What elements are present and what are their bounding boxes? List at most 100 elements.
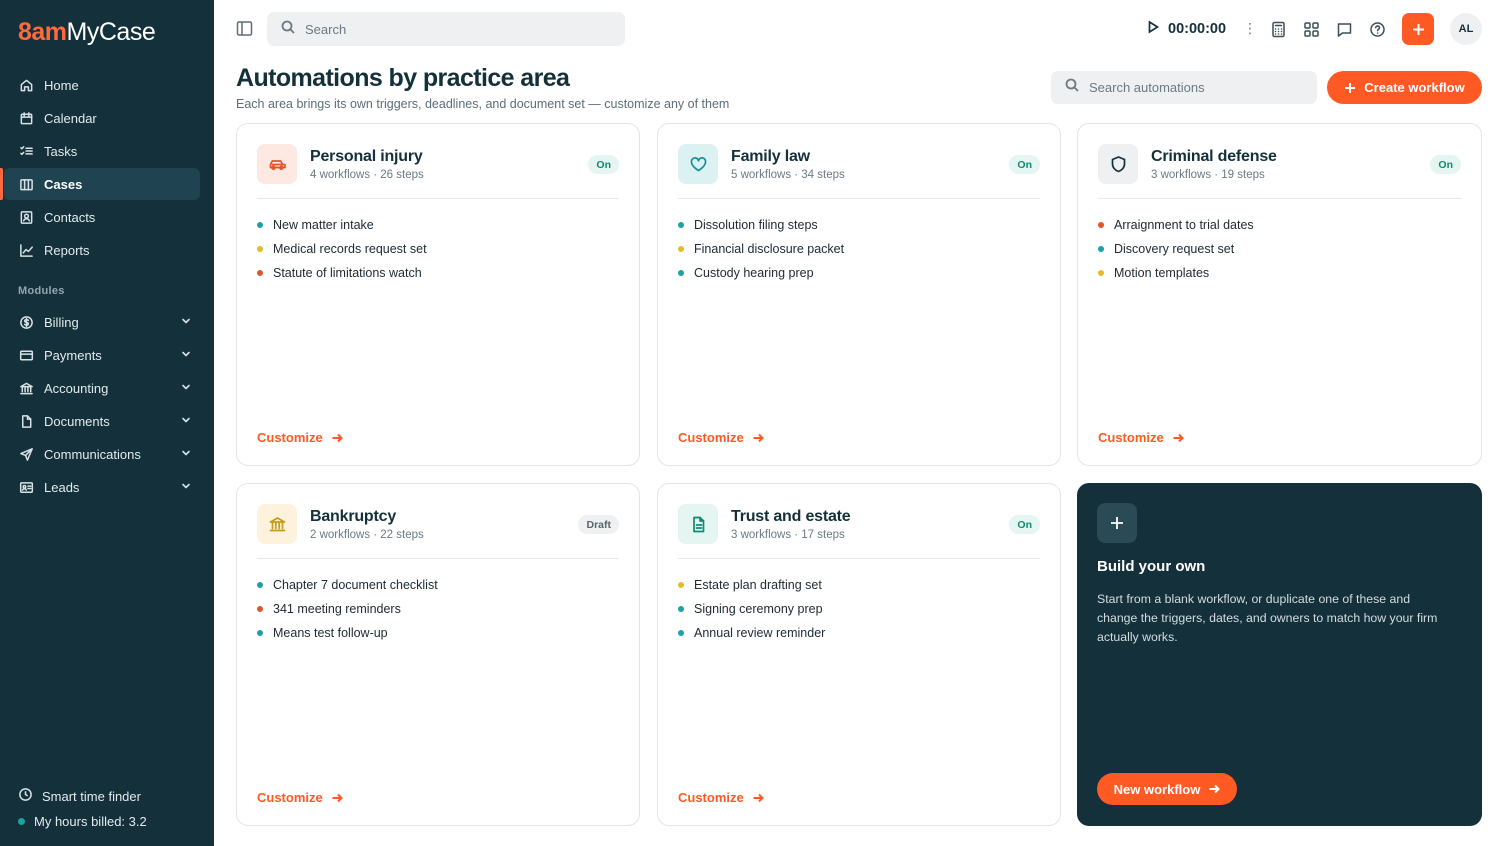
new-workflow-button[interactable]: New workflow bbox=[1097, 773, 1237, 805]
sidebar-item-billing[interactable]: Billing bbox=[4, 306, 200, 338]
timer[interactable]: 00:00:00 bbox=[1146, 20, 1226, 38]
sidebar-item-contacts[interactable]: Contacts bbox=[4, 201, 200, 233]
global-search-input[interactable] bbox=[305, 21, 605, 37]
sidebar-item-communications[interactable]: Communications bbox=[4, 438, 200, 470]
quick-add-button[interactable] bbox=[1402, 13, 1434, 45]
card-meta: 2 workflows · 22 steps bbox=[310, 529, 424, 541]
modules-section-label: Modules bbox=[18, 285, 65, 297]
calculator-icon[interactable] bbox=[1268, 19, 1288, 39]
dollar-icon bbox=[18, 314, 34, 330]
list-item-label: Signing ceremony prep bbox=[694, 602, 823, 616]
sidebar-item-leads[interactable]: Leads bbox=[4, 471, 200, 503]
sidebar-item-home[interactable]: Home bbox=[4, 69, 200, 101]
sidebar-item-cases[interactable]: Cases bbox=[0, 168, 200, 200]
smart-time-finder[interactable]: Smart time finder bbox=[18, 787, 141, 805]
logo[interactable]: 8amMyCase bbox=[18, 18, 156, 47]
practice-card-personal-injury: Personal injury 4 workflows · 26 steps O… bbox=[236, 123, 640, 466]
list-item[interactable]: Statute of limitations watch bbox=[257, 261, 427, 285]
customize-link[interactable]: Customize bbox=[678, 430, 764, 445]
list-item-label: Dissolution filing steps bbox=[694, 218, 818, 232]
sidebar-item-payments[interactable]: Payments bbox=[4, 339, 200, 371]
avatar[interactable]: AL bbox=[1450, 13, 1482, 45]
customize-label: Customize bbox=[257, 430, 323, 445]
build-title: Build your own bbox=[1097, 558, 1206, 575]
list-item[interactable]: Arraignment to trial dates bbox=[1098, 213, 1254, 237]
hours-billed: My hours billed: 3.2 bbox=[18, 814, 147, 829]
list-item[interactable]: 341 meeting reminders bbox=[257, 597, 438, 621]
status-badge: On bbox=[1430, 155, 1461, 174]
car-icon bbox=[257, 144, 297, 184]
home-icon bbox=[18, 77, 34, 93]
divider bbox=[1098, 198, 1461, 199]
avatar-initials: AL bbox=[1458, 23, 1474, 35]
list-item[interactable]: Discovery request set bbox=[1098, 237, 1254, 261]
timer-value: 00:00:00 bbox=[1168, 21, 1227, 37]
customize-label: Customize bbox=[257, 790, 323, 805]
list-item[interactable]: Signing ceremony prep bbox=[678, 597, 825, 621]
sidebar-item-label: Communications bbox=[44, 446, 141, 462]
automations-search[interactable] bbox=[1051, 71, 1317, 104]
chevron-down-icon[interactable] bbox=[180, 348, 192, 363]
list-item[interactable]: Motion templates bbox=[1098, 261, 1254, 285]
sidebar-toggle-icon[interactable] bbox=[236, 20, 253, 37]
heart-icon bbox=[678, 144, 718, 184]
sidebar-item-label: Calendar bbox=[44, 110, 97, 126]
sidebar-item-label: Accounting bbox=[44, 380, 109, 396]
chevron-down-icon[interactable] bbox=[180, 414, 192, 429]
status-badge: Draft bbox=[578, 515, 619, 534]
list-item[interactable]: New matter intake bbox=[257, 213, 427, 237]
list-item-label: Medical records request set bbox=[273, 242, 427, 256]
page-title: Automations by practice area bbox=[236, 64, 570, 92]
sidebar-item-reports[interactable]: Reports bbox=[4, 234, 200, 266]
customize-link[interactable]: Customize bbox=[678, 790, 764, 805]
sidebar-item-tasks[interactable]: Tasks bbox=[4, 135, 200, 167]
list-item[interactable]: Custody hearing prep bbox=[678, 261, 844, 285]
list-item[interactable]: Estate plan drafting set bbox=[678, 573, 825, 597]
chevron-down-icon[interactable] bbox=[180, 480, 192, 495]
list-item-label: Motion templates bbox=[1114, 266, 1210, 280]
list-item[interactable]: Annual review reminder bbox=[678, 621, 825, 645]
sidebar: 8amMyCase Home Calendar Tasks Cases Cont… bbox=[0, 0, 214, 846]
shield-icon bbox=[1098, 144, 1138, 184]
list-item[interactable]: Chapter 7 document checklist bbox=[257, 573, 438, 597]
card-meta: 4 workflows · 26 steps bbox=[310, 169, 424, 181]
customize-label: Customize bbox=[678, 790, 744, 805]
sidebar-item-label: Leads bbox=[44, 479, 80, 495]
chevron-down-icon[interactable] bbox=[180, 315, 192, 330]
apps-grid-icon[interactable] bbox=[1301, 19, 1321, 39]
bullet-dot bbox=[678, 606, 684, 612]
automations-search-input[interactable] bbox=[1089, 80, 1309, 95]
customize-link[interactable]: Customize bbox=[1098, 430, 1184, 445]
tasks-icon bbox=[18, 143, 34, 159]
chevron-down-icon[interactable] bbox=[180, 447, 192, 462]
more-vertical-icon[interactable]: ⋮ bbox=[1243, 20, 1257, 37]
list-item[interactable]: Dissolution filing steps bbox=[678, 213, 844, 237]
page-subtitle: Each area brings its own triggers, deadl… bbox=[236, 97, 730, 111]
smart-time-finder-label: Smart time finder bbox=[42, 788, 141, 804]
create-workflow-button[interactable]: Create workflow bbox=[1327, 71, 1482, 104]
sidebar-item-accounting[interactable]: Accounting bbox=[4, 372, 200, 404]
arrow-right-icon bbox=[753, 433, 764, 442]
list-item-label: Statute of limitations watch bbox=[273, 266, 422, 280]
bullet-dot bbox=[678, 270, 684, 276]
global-search[interactable] bbox=[267, 12, 625, 46]
sidebar-item-documents[interactable]: Documents bbox=[4, 405, 200, 437]
customize-link[interactable]: Customize bbox=[257, 430, 343, 445]
bullet-dot bbox=[678, 246, 684, 252]
list-item[interactable]: Medical records request set bbox=[257, 237, 427, 261]
message-icon[interactable] bbox=[1334, 19, 1354, 39]
help-icon[interactable] bbox=[1367, 19, 1387, 39]
list-item[interactable]: Financial disclosure packet bbox=[678, 237, 844, 261]
customize-link[interactable]: Customize bbox=[257, 790, 343, 805]
build-description: Start from a blank workflow, or duplicat… bbox=[1097, 592, 1438, 644]
list-item-label: Custody hearing prep bbox=[694, 266, 814, 280]
chevron-down-icon[interactable] bbox=[180, 381, 192, 396]
sidebar-item-calendar[interactable]: Calendar bbox=[4, 102, 200, 134]
plus-icon[interactable] bbox=[1097, 503, 1137, 543]
list-item[interactable]: Means test follow-up bbox=[257, 621, 438, 645]
logo-name: MyCase bbox=[66, 18, 156, 46]
play-icon[interactable] bbox=[1146, 20, 1168, 38]
create-workflow-label: Create workflow bbox=[1364, 80, 1465, 95]
bullet-dot bbox=[257, 270, 263, 276]
build-your-own-card: Build your own Start from a blank workfl… bbox=[1077, 483, 1482, 826]
